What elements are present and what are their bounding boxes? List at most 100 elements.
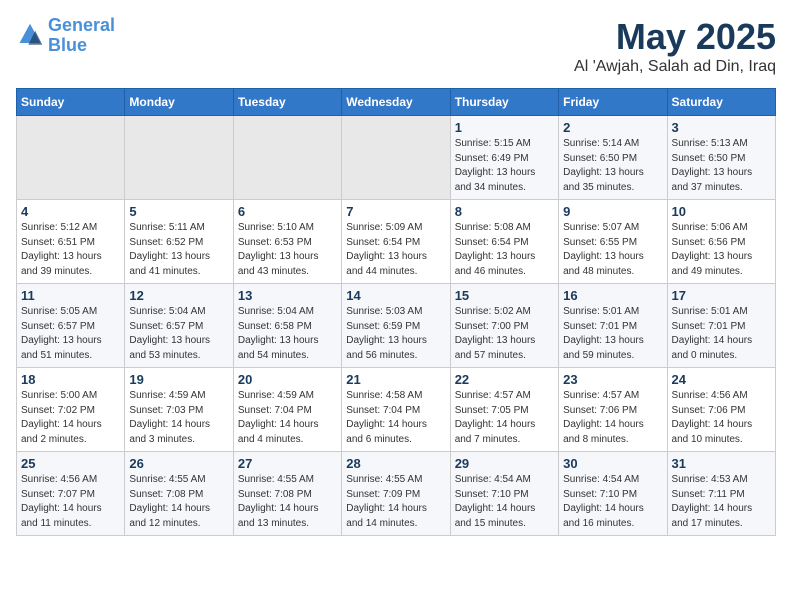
day-number: 21 — [346, 372, 445, 387]
day-number: 19 — [129, 372, 228, 387]
day-cell: 17 Sunrise: 5:01 AM Sunset: 7:01 PM Dayli… — [667, 284, 775, 368]
day-number: 11 — [21, 288, 120, 303]
day-info: Sunrise: 4:59 AM Sunset: 7:04 PM Dayligh… — [238, 389, 337, 447]
day-cell — [125, 116, 233, 200]
week-row-3: 18Sunrise: 5:00 AM Sunset: 7:02 PM Dayli… — [17, 368, 776, 452]
day-number: 16 — [563, 288, 662, 303]
title-area: May 2025 Al 'Awjah, Salah ad Din, Iraq — [574, 16, 776, 76]
day-number: 6 — [238, 204, 337, 219]
day-cell: 21 Sunrise: 4:58 AM Sunset: 7:04 PM Dayli… — [342, 368, 450, 452]
week-row-2: 11 Sunrise: 5:05 AM Sunset: 6:57 PM Dayli… — [17, 284, 776, 368]
weekday-header-tuesday: Tuesday — [233, 89, 341, 116]
day-info: Sunrise: 5:06 AM Sunset: 6:56 PM Dayligh… — [672, 221, 771, 279]
weekday-header-row: SundayMondayTuesdayWednesdayThursdayFrid… — [17, 89, 776, 116]
day-number: 3 — [672, 120, 771, 135]
day-cell: 31Sunrise: 4:53 AM Sunset: 7:11 PM Dayli… — [667, 452, 775, 536]
day-cell: 3Sunrise: 5:13 AM Sunset: 6:50 PM Daylig… — [667, 116, 775, 200]
day-number: 28 — [346, 456, 445, 471]
day-cell: 30 Sunrise: 4:54 AM Sunset: 7:10 PM Dayli… — [559, 452, 667, 536]
day-number: 17 — [672, 288, 771, 303]
day-number: 1 — [455, 120, 554, 135]
day-info: Sunrise: 5:03 AM Sunset: 6:59 PM Dayligh… — [346, 305, 445, 363]
day-info: Sunrise: 5:14 AM Sunset: 6:50 PM Dayligh… — [563, 137, 662, 195]
day-cell: 22Sunrise: 4:57 AM Sunset: 7:05 PM Dayli… — [450, 368, 558, 452]
day-info: Sunrise: 4:54 AM Sunset: 7:10 PM Dayligh… — [563, 473, 662, 531]
day-info: Sunrise: 4:57 AM Sunset: 7:06 PM Dayligh… — [563, 389, 662, 447]
day-info: Sunrise: 5:09 AM Sunset: 6:54 PM Dayligh… — [346, 221, 445, 279]
day-number: 31 — [672, 456, 771, 471]
day-number: 12 — [129, 288, 228, 303]
day-info: Sunrise: 5:10 AM Sunset: 6:53 PM Dayligh… — [238, 221, 337, 279]
day-number: 25 — [21, 456, 120, 471]
day-cell — [233, 116, 341, 200]
logo-line1: General — [48, 15, 115, 35]
weekday-header-sunday: Sunday — [17, 89, 125, 116]
day-cell — [342, 116, 450, 200]
day-cell: 29Sunrise: 4:54 AM Sunset: 7:10 PM Dayli… — [450, 452, 558, 536]
weekday-header-friday: Friday — [559, 89, 667, 116]
day-cell: 10 Sunrise: 5:06 AM Sunset: 6:56 PM Dayli… — [667, 200, 775, 284]
day-cell: 8 Sunrise: 5:08 AM Sunset: 6:54 PM Daylig… — [450, 200, 558, 284]
day-cell: 18Sunrise: 5:00 AM Sunset: 7:02 PM Dayli… — [17, 368, 125, 452]
day-number: 20 — [238, 372, 337, 387]
day-info: Sunrise: 4:59 AM Sunset: 7:03 PM Dayligh… — [129, 389, 228, 447]
day-info: Sunrise: 4:58 AM Sunset: 7:04 PM Dayligh… — [346, 389, 445, 447]
day-number: 8 — [455, 204, 554, 219]
day-info: Sunrise: 5:02 AM Sunset: 7:00 PM Dayligh… — [455, 305, 554, 363]
day-number: 29 — [455, 456, 554, 471]
day-number: 10 — [672, 204, 771, 219]
logo-icon — [16, 22, 44, 50]
day-number: 22 — [455, 372, 554, 387]
day-cell — [17, 116, 125, 200]
day-cell: 25Sunrise: 4:56 AM Sunset: 7:07 PM Dayli… — [17, 452, 125, 536]
logo: General Blue — [16, 16, 115, 56]
day-cell: 20 Sunrise: 4:59 AM Sunset: 7:04 PM Dayli… — [233, 368, 341, 452]
day-number: 4 — [21, 204, 120, 219]
day-cell: 1 Sunrise: 5:15 AM Sunset: 6:49 PM Daylig… — [450, 116, 558, 200]
calendar-table: SundayMondayTuesdayWednesdayThursdayFrid… — [16, 88, 776, 536]
day-info: Sunrise: 5:01 AM Sunset: 7:01 PM Dayligh… — [563, 305, 662, 363]
day-info: Sunrise: 5:11 AM Sunset: 6:52 PM Dayligh… — [129, 221, 228, 279]
week-row-0: 1 Sunrise: 5:15 AM Sunset: 6:49 PM Daylig… — [17, 116, 776, 200]
weekday-header-thursday: Thursday — [450, 89, 558, 116]
day-number: 26 — [129, 456, 228, 471]
day-number: 7 — [346, 204, 445, 219]
day-cell: 9Sunrise: 5:07 AM Sunset: 6:55 PM Daylig… — [559, 200, 667, 284]
day-cell: 27 Sunrise: 4:55 AM Sunset: 7:08 PM Dayli… — [233, 452, 341, 536]
day-info: Sunrise: 5:04 AM Sunset: 6:57 PM Dayligh… — [129, 305, 228, 363]
week-row-4: 25Sunrise: 4:56 AM Sunset: 7:07 PM Dayli… — [17, 452, 776, 536]
day-info: Sunrise: 4:55 AM Sunset: 7:08 PM Dayligh… — [238, 473, 337, 531]
day-info: Sunrise: 4:55 AM Sunset: 7:08 PM Dayligh… — [129, 473, 228, 531]
day-number: 27 — [238, 456, 337, 471]
day-info: Sunrise: 5:00 AM Sunset: 7:02 PM Dayligh… — [21, 389, 120, 447]
day-number: 14 — [346, 288, 445, 303]
day-cell: 11 Sunrise: 5:05 AM Sunset: 6:57 PM Dayli… — [17, 284, 125, 368]
day-info: Sunrise: 5:15 AM Sunset: 6:49 PM Dayligh… — [455, 137, 554, 195]
day-info: Sunrise: 5:05 AM Sunset: 6:57 PM Dayligh… — [21, 305, 120, 363]
week-row-1: 4 Sunrise: 5:12 AM Sunset: 6:51 PM Daylig… — [17, 200, 776, 284]
day-cell: 26 Sunrise: 4:55 AM Sunset: 7:08 PM Dayli… — [125, 452, 233, 536]
day-info: Sunrise: 5:01 AM Sunset: 7:01 PM Dayligh… — [672, 305, 771, 363]
day-info: Sunrise: 5:12 AM Sunset: 6:51 PM Dayligh… — [21, 221, 120, 279]
day-cell: 5Sunrise: 5:11 AM Sunset: 6:52 PM Daylig… — [125, 200, 233, 284]
header: General Blue May 2025 Al 'Awjah, Salah a… — [16, 16, 776, 76]
day-cell: 19 Sunrise: 4:59 AM Sunset: 7:03 PM Dayli… — [125, 368, 233, 452]
calendar-title: May 2025 — [574, 16, 776, 58]
day-info: Sunrise: 4:55 AM Sunset: 7:09 PM Dayligh… — [346, 473, 445, 531]
day-cell: 12 Sunrise: 5:04 AM Sunset: 6:57 PM Dayli… — [125, 284, 233, 368]
day-cell: 28 Sunrise: 4:55 AM Sunset: 7:09 PM Dayli… — [342, 452, 450, 536]
day-number: 30 — [563, 456, 662, 471]
day-info: Sunrise: 5:04 AM Sunset: 6:58 PM Dayligh… — [238, 305, 337, 363]
day-cell: 14 Sunrise: 5:03 AM Sunset: 6:59 PM Dayli… — [342, 284, 450, 368]
day-cell: 7 Sunrise: 5:09 AM Sunset: 6:54 PM Daylig… — [342, 200, 450, 284]
weekday-header-wednesday: Wednesday — [342, 89, 450, 116]
day-number: 9 — [563, 204, 662, 219]
day-cell: 2Sunrise: 5:14 AM Sunset: 6:50 PM Daylig… — [559, 116, 667, 200]
day-cell: 16 Sunrise: 5:01 AM Sunset: 7:01 PM Dayli… — [559, 284, 667, 368]
day-info: Sunrise: 5:08 AM Sunset: 6:54 PM Dayligh… — [455, 221, 554, 279]
calendar-subtitle: Al 'Awjah, Salah ad Din, Iraq — [574, 58, 776, 76]
day-cell: 6 Sunrise: 5:10 AM Sunset: 6:53 PM Daylig… — [233, 200, 341, 284]
logo-line2: Blue — [48, 35, 87, 55]
day-cell: 4 Sunrise: 5:12 AM Sunset: 6:51 PM Daylig… — [17, 200, 125, 284]
day-cell: 23Sunrise: 4:57 AM Sunset: 7:06 PM Dayli… — [559, 368, 667, 452]
